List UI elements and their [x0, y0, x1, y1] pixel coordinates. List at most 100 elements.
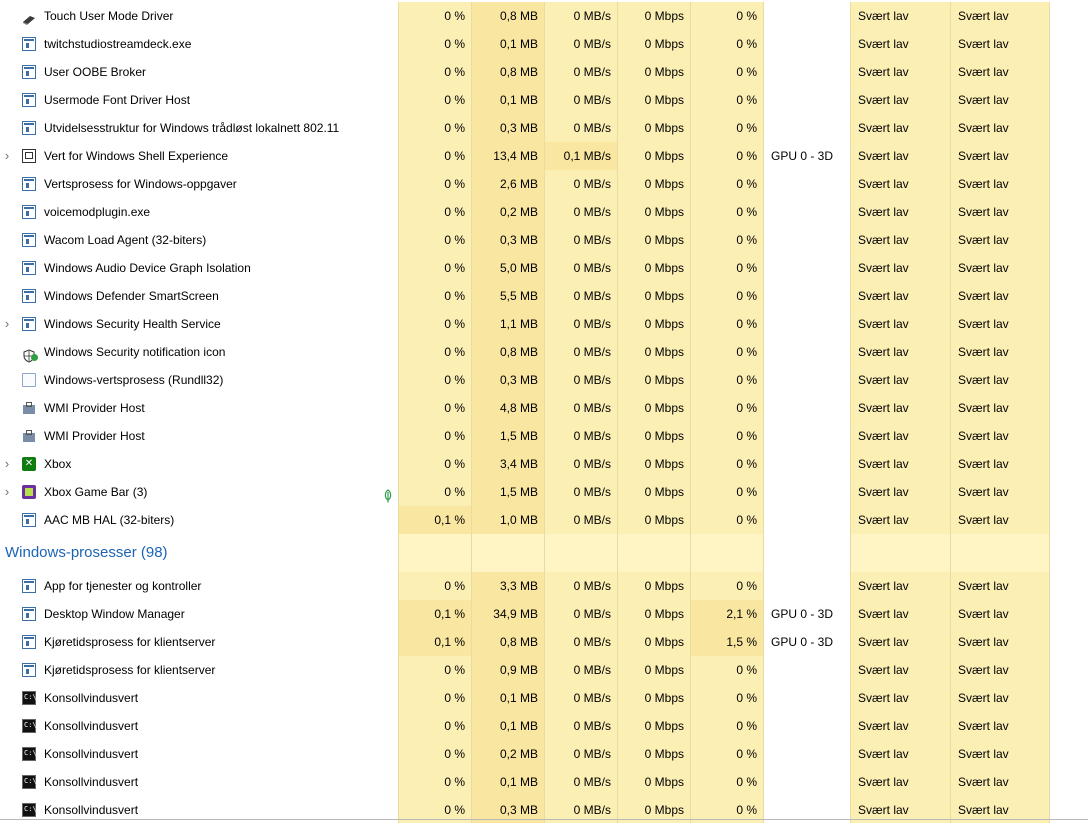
process-row[interactable]: Konsollvindusvert0 %0,1 MB0 MB/s0 Mbps0 …	[0, 768, 1088, 796]
network-cell: 0 Mbps	[617, 422, 690, 450]
process-row[interactable]: Windows-vertsprosess (Rundll32) 0 % 0,3 MB…	[0, 366, 1088, 394]
expand-chevron-icon[interactable]: ›	[0, 450, 14, 478]
process-row[interactable]: AAC MB HAL (32-biters) 0,1 % 1,0 MB 0 MB/s 0…	[0, 506, 1088, 534]
memory-cell: 3,3 MB	[471, 572, 544, 600]
network-cell: 0 Mbps	[617, 740, 690, 768]
power-usage-trend-cell: Svært lav	[950, 656, 1050, 684]
process-row[interactable]: App for tjenester og kontroller 0 % 3,3 MB…	[0, 572, 1088, 600]
cpu-cell: 0,1 %	[398, 628, 471, 656]
process-row[interactable]: Konsollvindusvert0 %0,2 MB0 MB/s0 Mbps0 …	[0, 740, 1088, 768]
process-row[interactable]: Konsollvindusvert0 %0,1 MB0 MB/s0 Mbps0 …	[0, 712, 1088, 740]
process-name: Windows-vertsprosess (Rundll32)	[44, 373, 224, 387]
memory-cell: 1,5 MB	[471, 478, 544, 506]
memory-cell: 0,2 MB	[471, 740, 544, 768]
gpu-cell: 0 %	[690, 366, 763, 394]
process-row[interactable]: › Xbox Game Bar (3) 0 % 1,5 MB 0 MB/s 0 Mbps 0…	[0, 478, 1088, 506]
process-row[interactable]: WMI Provider Host 0 % 4,8 MB 0 MB/s 0 Mbps 0 …	[0, 394, 1088, 422]
disk-cell: 0 MB/s	[544, 30, 617, 58]
power-usage-trend-cell: Svært lav	[950, 2, 1050, 30]
disk-cell: 0 MB/s	[544, 198, 617, 226]
disk-cell: 0 MB/s	[544, 506, 617, 534]
process-name: Kjøretidsprosess for klientserver	[44, 663, 216, 677]
gpu-cell: 0 %	[690, 198, 763, 226]
process-name: Windows Defender SmartScreen	[44, 289, 219, 303]
process-name: User OOBE Broker	[44, 65, 147, 79]
power-usage-cell: Svært lav	[850, 740, 950, 768]
process-row[interactable]: voicemodplugin.exe 0 % 0,2 MB 0 MB/s 0 Mbps 0…	[0, 198, 1088, 226]
expand-chevron-icon[interactable]: ›	[0, 478, 14, 506]
network-cell: 0 Mbps	[617, 366, 690, 394]
cpu-cell: 0 %	[398, 394, 471, 422]
process-row[interactable]: Windows Audio Device Graph Isolation 0 % 5…	[0, 254, 1088, 282]
process-row[interactable]: Touch User Mode Driver 0 % 0,8 MB 0 MB/s 0 M…	[0, 2, 1088, 30]
disk-cell: 0 MB/s	[544, 86, 617, 114]
disk-cell: 0 MB/s	[544, 768, 617, 796]
group-empty-cell	[950, 534, 1050, 572]
process-row[interactable]: Desktop Window Manager 0,1 % 34,9 MB 0 MB/s…	[0, 600, 1088, 628]
process-row[interactable]: twitchstudiostreamdeck.exe 0 % 0,1 MB 0 MB/…	[0, 30, 1088, 58]
network-cell: 0 Mbps	[617, 86, 690, 114]
process-name-cell: › Xbox Game Bar (3)	[0, 478, 398, 506]
process-row[interactable]: User OOBE Broker 0 % 0,8 MB 0 MB/s 0 Mbps 0 %…	[0, 58, 1088, 86]
power-usage-trend-cell: Svært lav	[950, 86, 1050, 114]
network-cell: 0 Mbps	[617, 198, 690, 226]
disk-cell: 0 MB/s	[544, 600, 617, 628]
process-row[interactable]: Usermode Font Driver Host 0 % 0,1 MB 0 MB/s…	[0, 86, 1088, 114]
process-name: twitchstudiostreamdeck.exe	[44, 37, 192, 51]
process-name-cell: Desktop Window Manager	[0, 600, 398, 628]
app-icon	[22, 513, 36, 527]
cpu-cell: 0 %	[398, 58, 471, 86]
disk-cell: 0 MB/s	[544, 254, 617, 282]
gpu-cell: 0 %	[690, 338, 763, 366]
process-row[interactable]: › Vert for Windows Shell Experience 0 % 13,…	[0, 142, 1088, 170]
process-row[interactable]: Windows Defender SmartScreen 0 % 5,5 MB 0 M…	[0, 282, 1088, 310]
disk-cell: 0 MB/s	[544, 684, 617, 712]
memory-cell: 13,4 MB	[471, 142, 544, 170]
gpu-cell: 0 %	[690, 422, 763, 450]
memory-cell: 0,1 MB	[471, 86, 544, 114]
gpu-engine-cell	[763, 170, 850, 198]
disk-cell: 0 MB/s	[544, 226, 617, 254]
process-row[interactable]: Kjøretidsprosess for klientserver 0,1 % 0,…	[0, 628, 1088, 656]
gpu-cell: 0 %	[690, 394, 763, 422]
console-icon	[22, 719, 37, 733]
disk-cell: 0 MB/s	[544, 572, 617, 600]
group-empty-cell	[471, 534, 544, 572]
power-usage-trend-cell: Svært lav	[950, 114, 1050, 142]
gpu-engine-cell	[763, 478, 850, 506]
process-row[interactable]: Kjøretidsprosess for klientserver 0 % 0,9 …	[0, 656, 1088, 684]
power-usage-trend-cell: Svært lav	[950, 628, 1050, 656]
memory-cell: 1,0 MB	[471, 506, 544, 534]
group-header-row[interactable]: Windows-prosesser (98)	[0, 534, 1088, 572]
power-usage-trend-cell: Svært lav	[950, 506, 1050, 534]
process-name: WMI Provider Host	[44, 429, 145, 443]
expand-chevron-icon[interactable]: ›	[0, 142, 14, 170]
app-icon	[22, 37, 36, 51]
process-name-cell: Konsollvindusvert	[0, 712, 398, 740]
memory-cell: 0,3 MB	[471, 366, 544, 394]
console-icon	[22, 747, 37, 761]
process-row[interactable]: Vertsprosess for Windows-oppgaver 0 % 2,6 …	[0, 170, 1088, 198]
power-usage-trend-cell: Svært lav	[950, 58, 1050, 86]
process-row[interactable]: WMI Provider Host 0 % 1,5 MB 0 MB/s 0 Mbps 0 …	[0, 422, 1088, 450]
bottom-divider	[0, 819, 1088, 820]
disk-cell: 0 MB/s	[544, 2, 617, 30]
group-header-cell: Windows-prosesser (98)	[0, 534, 398, 572]
expand-chevron-icon[interactable]: ›	[0, 310, 14, 338]
process-row[interactable]: ›Xbox0 %3,4 MB0 MB/s0 Mbps0 %Svært lavSv…	[0, 450, 1088, 478]
process-row[interactable]: Konsollvindusvert0 %0,1 MB0 MB/s0 Mbps0 …	[0, 684, 1088, 712]
process-row[interactable]: › Windows Security Health Service 0 % 1,1 M…	[0, 310, 1088, 338]
gpu-engine-cell	[763, 768, 850, 796]
process-row[interactable]: Utvidelsesstruktur for Windows trådløst …	[0, 114, 1088, 142]
process-row[interactable]: Wacom Load Agent (32-biters) 0 % 0,3 MB 0 M…	[0, 226, 1088, 254]
power-usage-trend-cell: Svært lav	[950, 30, 1050, 58]
network-cell: 0 Mbps	[617, 226, 690, 254]
process-name: AAC MB HAL (32-biters)	[44, 513, 175, 527]
gpu-engine-cell	[763, 656, 850, 684]
gpu-cell: 0 %	[690, 478, 763, 506]
memory-cell: 5,5 MB	[471, 282, 544, 310]
cpu-cell: 0 %	[398, 282, 471, 310]
cpu-cell: 0 %	[398, 310, 471, 338]
disk-cell: 0 MB/s	[544, 712, 617, 740]
process-row[interactable]: Windows Security notification icon 0 % 0,8…	[0, 338, 1088, 366]
